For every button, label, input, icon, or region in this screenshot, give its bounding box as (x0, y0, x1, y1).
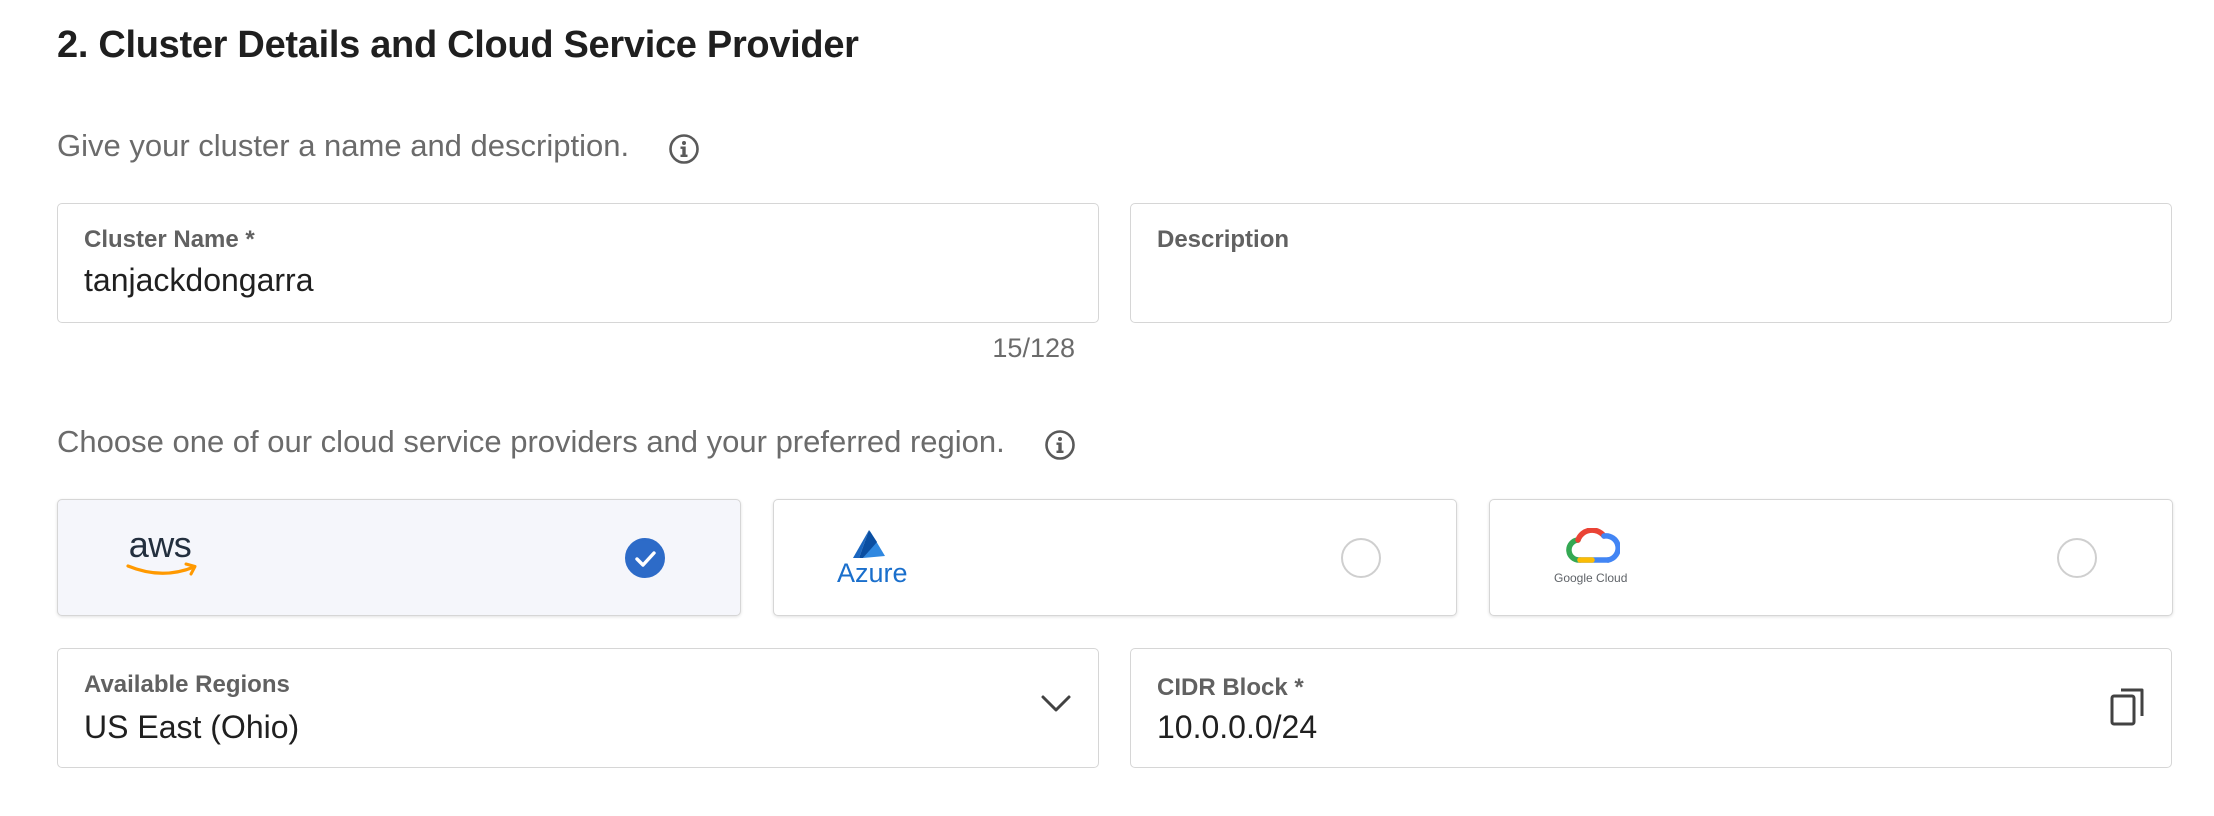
region-label: Available Regions (84, 671, 290, 698)
aws-logo: aws (124, 524, 214, 588)
info-icon[interactable] (1044, 429, 1076, 461)
description-field[interactable]: Description (1130, 203, 2172, 323)
character-counter: 15/128 (992, 333, 1075, 363)
region-select[interactable]: Available Regions US East (Ohio) (57, 648, 1099, 768)
chevron-down-icon[interactable] (1040, 693, 1072, 715)
google-cloud-logo-text: Google Cloud (1554, 571, 1628, 585)
provider-card-google-cloud[interactable]: Google Cloud (1489, 499, 2173, 616)
description-label: Description (1157, 226, 1290, 253)
aws-logo-text: aws (128, 524, 192, 565)
provider-card-azure[interactable]: Azure (773, 499, 1457, 616)
name-prompt: Give your cluster a name and description… (57, 128, 630, 163)
azure-radio[interactable] (1341, 538, 1381, 578)
info-icon[interactable] (668, 133, 700, 165)
google-cloud-radio[interactable] (2057, 538, 2097, 578)
provider-prompt: Choose one of our cloud service provider… (57, 424, 1005, 459)
azure-logo-text: Azure (837, 558, 908, 588)
copy-icon[interactable] (2109, 685, 2149, 729)
check-icon (635, 551, 656, 567)
cluster-name-input[interactable]: tanjackdongarra (84, 262, 313, 299)
cluster-name-label: Cluster Name * (84, 226, 255, 253)
google-cloud-logo: Google Cloud (1554, 528, 1634, 590)
azure-logo: Azure (837, 530, 917, 590)
cidr-label: CIDR Block * (1157, 674, 1304, 701)
region-value: US East (Ohio) (84, 709, 300, 745)
cluster-name-field[interactable]: Cluster Name * tanjackdongarra (57, 203, 1099, 323)
section-title: 2. Cluster Details and Cloud Service Pro… (57, 24, 859, 66)
aws-radio[interactable] (625, 538, 665, 578)
cidr-block-field[interactable]: CIDR Block * 10.0.0.0/24 (1130, 648, 2172, 768)
cidr-input[interactable]: 10.0.0.0/24 (1157, 709, 1317, 746)
provider-card-aws[interactable]: aws (57, 499, 741, 616)
